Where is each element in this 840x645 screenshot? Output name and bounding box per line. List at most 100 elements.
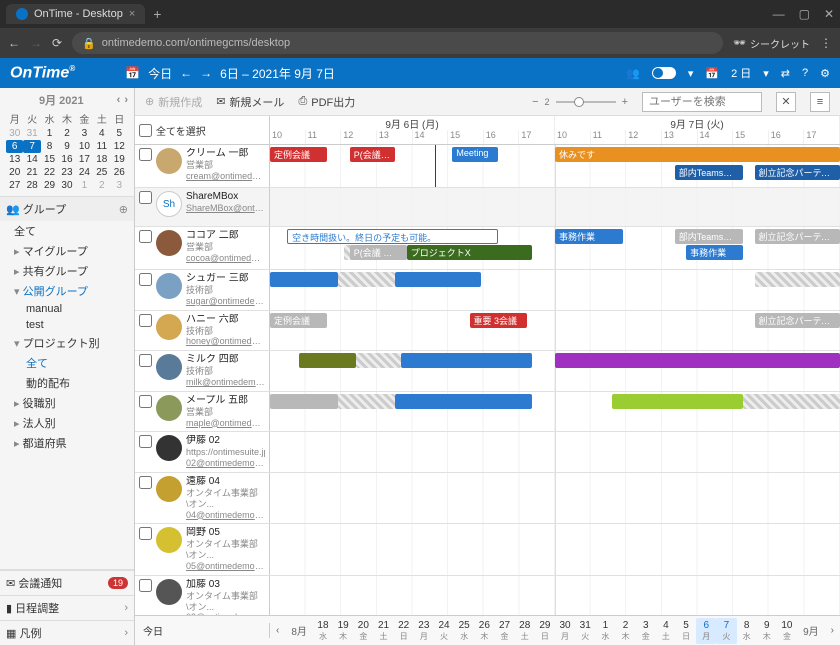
- today-label[interactable]: 今日: [135, 623, 270, 638]
- strip-day[interactable]: 9木: [757, 618, 777, 644]
- strip-day[interactable]: 23月: [414, 618, 434, 644]
- address-bar[interactable]: 🔒 ontimedemo.com/ontimegcms/desktop: [72, 32, 723, 54]
- chevron-down-icon[interactable]: ▾: [763, 67, 769, 80]
- event-block[interactable]: [338, 394, 395, 409]
- person-mail[interactable]: honey@ontimedemo.c...: [186, 336, 265, 347]
- group-item[interactable]: manual: [0, 301, 134, 317]
- sidebar-sharedgroup[interactable]: 共有グループ: [0, 261, 134, 281]
- event-block[interactable]: P(会議 …: [350, 245, 407, 260]
- row-checkbox[interactable]: [139, 527, 152, 540]
- strip-day[interactable]: 29日: [535, 618, 555, 644]
- event-block[interactable]: 創立記念パーティー: [755, 313, 840, 328]
- minical-day[interactable]: 12: [111, 140, 128, 153]
- minical-day[interactable]: 3: [111, 179, 128, 192]
- minical-day[interactable]: 8: [41, 140, 58, 153]
- schedule-lane[interactable]: 空き時間扱い。終日の予定も可能。P(会議 …プロジェクトX事務作業部内Teams…: [270, 227, 840, 269]
- person-mail[interactable]: sugar@ontimedemo.c...: [186, 296, 265, 307]
- row-checkbox[interactable]: [139, 314, 152, 327]
- row-checkbox[interactable]: [139, 148, 152, 161]
- row-checkbox[interactable]: [139, 395, 152, 408]
- minical-prev-icon[interactable]: ‹: [117, 94, 121, 106]
- person-mail[interactable]: milk@ontimedemo.com: [186, 377, 265, 388]
- calendar-icon[interactable]: 📅: [125, 66, 140, 80]
- minical-day[interactable]: 3: [76, 127, 93, 140]
- meeting-notify[interactable]: ✉ 会議通知 19: [0, 570, 134, 595]
- slider-track[interactable]: [556, 101, 616, 103]
- new-tab-button[interactable]: +: [153, 6, 161, 22]
- filter-icon[interactable]: ≡: [810, 92, 830, 112]
- event-block[interactable]: [401, 353, 532, 368]
- schedule-lane[interactable]: 定例会議P(会議 …Meeting休みです部内Teamsミ…創立記念パーティー: [270, 145, 840, 187]
- group-item[interactable]: test: [0, 317, 134, 333]
- minical-day[interactable]: 27: [6, 179, 23, 192]
- sidebar-legal[interactable]: 法人別: [0, 413, 134, 433]
- strip-day[interactable]: 7火: [716, 618, 736, 644]
- minical-day[interactable]: 5: [111, 127, 128, 140]
- strip-day[interactable]: 3金: [636, 618, 656, 644]
- close-icon[interactable]: ×: [129, 8, 135, 20]
- sidebar-mygroup[interactable]: マイグループ: [0, 241, 134, 261]
- event-block[interactable]: [338, 272, 395, 287]
- view-days-label[interactable]: 2 日: [731, 65, 751, 81]
- minical-day[interactable]: 25: [93, 166, 110, 179]
- add-group-icon[interactable]: ⊕: [119, 203, 128, 216]
- person-mail[interactable]: 02@ontimedemo.com: [186, 458, 265, 469]
- row-checkbox[interactable]: [139, 191, 152, 204]
- users-icon[interactable]: 👥: [626, 67, 640, 80]
- minical-next-icon[interactable]: ›: [124, 94, 128, 106]
- strip-day[interactable]: 24火: [434, 618, 454, 644]
- toggle-switch[interactable]: [652, 67, 676, 79]
- minical-day[interactable]: 10: [76, 140, 93, 153]
- minical-day[interactable]: 13: [6, 153, 23, 166]
- minical-day[interactable]: 30: [58, 179, 75, 192]
- new-mail-button[interactable]: ✉新規メール: [216, 94, 284, 110]
- reload-icon[interactable]: ⟳: [52, 36, 62, 50]
- person-mail[interactable]: cream@ontimedemo.c...: [186, 171, 265, 182]
- close-window-icon[interactable]: ✕: [824, 7, 834, 21]
- event-block[interactable]: P(会議 …: [350, 147, 396, 162]
- minical-day[interactable]: 22: [41, 166, 58, 179]
- minical-day[interactable]: 2: [93, 179, 110, 192]
- event-block[interactable]: 創立記念パーティー: [755, 165, 840, 180]
- row-checkbox[interactable]: [139, 579, 152, 592]
- event-block[interactable]: [299, 353, 356, 368]
- minical-day[interactable]: 2: [58, 127, 75, 140]
- sidebar-role[interactable]: 役職別: [0, 393, 134, 413]
- schedule-rows[interactable]: クリーム 一郎営業部cream@ontimedemo.c...定例会議P(会議 …: [135, 145, 840, 615]
- strip-next-icon[interactable]: ›: [825, 625, 840, 636]
- new-create-button[interactable]: ⊕新規作成: [145, 94, 202, 110]
- calendar-small-icon[interactable]: 📅: [705, 67, 719, 80]
- row-checkbox[interactable]: [139, 476, 152, 489]
- sidebar-pref[interactable]: 都道府県: [0, 433, 134, 453]
- strip-day[interactable]: 21土: [373, 618, 393, 644]
- incognito-indicator[interactable]: 🕶 シークレット: [733, 36, 810, 51]
- row-checkbox[interactable]: [139, 435, 152, 448]
- minical-day[interactable]: 11: [93, 140, 110, 153]
- minical-day[interactable]: 14: [23, 153, 40, 166]
- event-block[interactable]: 休みです: [555, 147, 840, 162]
- event-block[interactable]: 部内Teamsミ…: [675, 165, 743, 180]
- event-block[interactable]: 定例会議: [270, 313, 327, 328]
- person-mail[interactable]: 04@ontimedemo.com: [186, 510, 265, 521]
- schedule-lane[interactable]: [270, 392, 840, 432]
- strip-day[interactable]: 27金: [494, 618, 514, 644]
- event-block[interactable]: [612, 394, 743, 409]
- minical-day[interactable]: 19: [111, 153, 128, 166]
- strip-day[interactable]: 26木: [474, 618, 494, 644]
- strip-day[interactable]: 8水: [737, 618, 757, 644]
- chevron-down-icon[interactable]: ▾: [688, 67, 694, 80]
- strip-day[interactable]: 1水: [595, 618, 615, 644]
- event-block[interactable]: 事務作業: [555, 229, 623, 244]
- minical-day[interactable]: 21: [23, 166, 40, 179]
- prev-day-icon[interactable]: ←: [180, 66, 192, 80]
- minical-day[interactable]: 31: [23, 127, 40, 140]
- maximize-icon[interactable]: ▢: [799, 7, 810, 21]
- row-checkbox[interactable]: [139, 230, 152, 243]
- zoom-out[interactable]: −: [532, 96, 538, 108]
- minical-day[interactable]: 26: [111, 166, 128, 179]
- minical-day[interactable]: 4: [93, 127, 110, 140]
- person-mail[interactable]: 05@ontimedemo.com: [186, 561, 265, 572]
- group-item[interactable]: 動的配布: [0, 373, 134, 393]
- event-block[interactable]: [356, 353, 402, 368]
- minical-day[interactable]: 29: [41, 179, 58, 192]
